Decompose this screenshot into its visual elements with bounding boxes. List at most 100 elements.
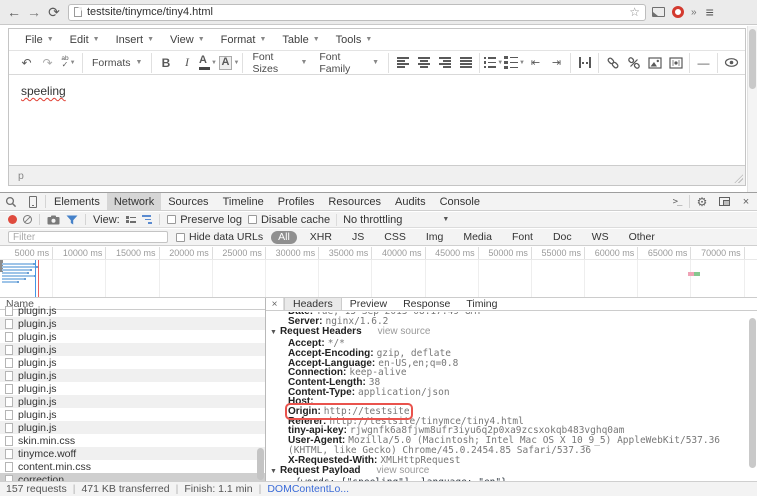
- hide-data-urls-checkbox[interactable]: Hide data URLs: [176, 231, 263, 243]
- view-source-link[interactable]: view source: [378, 327, 431, 337]
- screenshots-camera-icon[interactable]: [47, 215, 60, 225]
- requests-scrollbar-thumb[interactable]: [257, 448, 264, 480]
- redo-button[interactable]: ↷: [37, 53, 58, 73]
- request-payload-section[interactable]: ▼ Request Payload view source: [266, 466, 748, 477]
- editor-content-area[interactable]: speeling: [9, 75, 745, 165]
- insert-media-button[interactable]: [665, 53, 686, 73]
- request-row[interactable]: plugin.js: [0, 382, 265, 395]
- headers-pane[interactable]: DateTue, 15 Sep 2015 08:17:49 GMTServern…: [266, 312, 748, 481]
- record-button[interactable]: [8, 215, 17, 224]
- insert-link-button[interactable]: [602, 53, 623, 73]
- reload-icon[interactable]: ⟳: [44, 4, 64, 21]
- filter-input[interactable]: [8, 231, 168, 243]
- bookmark-star-icon[interactable]: ☆: [629, 5, 640, 19]
- request-row[interactable]: plugin.js: [0, 304, 265, 317]
- disclosure-triangle-icon[interactable]: ▼: [270, 467, 277, 477]
- close-devtools-icon[interactable]: ×: [735, 193, 757, 210]
- checkbox-icon[interactable]: [248, 215, 257, 224]
- resource-type-filter[interactable]: Other: [622, 231, 662, 244]
- details-scrollbar-thumb[interactable]: [749, 318, 756, 468]
- devtools-tab[interactable]: Network: [107, 193, 161, 210]
- align-left-button[interactable]: [392, 53, 413, 73]
- devtools-tab[interactable]: Profiles: [271, 193, 322, 210]
- italic-button[interactable]: I: [176, 53, 197, 73]
- cast-icon[interactable]: [652, 7, 665, 17]
- undo-button[interactable]: ↶: [16, 53, 37, 73]
- view-source-link[interactable]: view source: [377, 466, 430, 476]
- close-details-icon[interactable]: ×: [266, 298, 284, 310]
- request-row[interactable]: plugin.js: [0, 317, 265, 330]
- align-right-button[interactable]: [434, 53, 455, 73]
- bold-button[interactable]: B: [155, 53, 176, 73]
- gear-icon[interactable]: ⚙: [691, 193, 713, 210]
- editor-menu-item[interactable]: View▼: [162, 32, 213, 48]
- indent-button[interactable]: ⇥: [546, 53, 567, 73]
- request-row[interactable]: plugin.js: [0, 369, 265, 382]
- list-view-icon[interactable]: [126, 216, 137, 224]
- back-icon[interactable]: ←: [4, 4, 24, 20]
- waterfall-view-icon[interactable]: [142, 215, 152, 223]
- font-family-dropdown[interactable]: Font Family▼: [313, 53, 385, 73]
- misspelled-word[interactable]: speeling: [21, 84, 66, 98]
- scrollbar-thumb[interactable]: [749, 29, 756, 89]
- editor-menu-item[interactable]: Format▼: [213, 32, 275, 48]
- numbered-list-button[interactable]: ▼: [504, 53, 525, 73]
- editor-menu-item[interactable]: Edit▼: [62, 32, 108, 48]
- page-scrollbar[interactable]: [747, 26, 757, 192]
- resource-type-filter[interactable]: Font: [505, 231, 540, 244]
- resource-type-filter[interactable]: Media: [456, 231, 499, 244]
- background-color-button[interactable]: A ▼: [218, 53, 239, 73]
- resource-type-filter[interactable]: All: [271, 231, 297, 244]
- checkbox-icon[interactable]: [167, 215, 176, 224]
- extension-icon[interactable]: [672, 6, 684, 18]
- clear-icon[interactable]: [23, 215, 32, 224]
- request-row[interactable]: plugin.js: [0, 356, 265, 369]
- url-text[interactable]: testsite/tinymce/tiny4.html: [87, 6, 629, 18]
- resource-type-filter[interactable]: WS: [585, 231, 616, 244]
- throttling-select[interactable]: No throttling▼: [336, 214, 449, 226]
- formats-dropdown[interactable]: Formats▼: [86, 53, 148, 73]
- details-tab[interactable]: Preview: [342, 298, 395, 310]
- devtools-tab[interactable]: Console: [433, 193, 487, 210]
- devtools-tab[interactable]: Sources: [161, 193, 215, 210]
- inspect-element-button[interactable]: [0, 193, 22, 210]
- request-row[interactable]: plugin.js: [0, 408, 265, 421]
- devtools-tab[interactable]: Elements: [47, 193, 107, 210]
- filter-funnel-icon[interactable]: [66, 215, 78, 225]
- menu-icon[interactable]: ≡: [706, 4, 714, 20]
- element-path[interactable]: p: [18, 170, 24, 182]
- request-row[interactable]: plugin.js: [0, 395, 265, 408]
- request-row[interactable]: tinymce.woff: [0, 447, 265, 460]
- disable-cache-checkbox[interactable]: Disable cache: [248, 214, 330, 226]
- resource-type-filter[interactable]: XHR: [303, 231, 339, 244]
- pagebreak-button[interactable]: [574, 53, 595, 73]
- preview-button[interactable]: [721, 53, 742, 73]
- checkbox-icon[interactable]: [176, 233, 185, 242]
- details-tab[interactable]: Response: [395, 298, 458, 310]
- resource-type-filter[interactable]: CSS: [377, 231, 413, 244]
- horizontal-rule-button[interactable]: —: [693, 53, 714, 73]
- spellcheck-button[interactable]: ab✓ ▼: [58, 53, 79, 73]
- network-overview[interactable]: 5000 ms10000 ms15000 ms20000 ms25000 ms3…: [0, 247, 757, 298]
- request-row[interactable]: plugin.js: [0, 343, 265, 356]
- request-row[interactable]: skin.min.css: [0, 434, 265, 447]
- insert-image-button[interactable]: [644, 53, 665, 73]
- request-row[interactable]: plugin.js: [0, 330, 265, 343]
- disclosure-triangle-icon[interactable]: ▼: [270, 328, 277, 338]
- resize-grip[interactable]: [734, 174, 743, 183]
- editor-menu-item[interactable]: Table▼: [274, 32, 327, 48]
- details-tab[interactable]: Timing: [458, 298, 505, 310]
- request-row[interactable]: content.min.css: [0, 460, 265, 473]
- devtools-tab[interactable]: Timeline: [216, 193, 271, 210]
- request-row[interactable]: plugin.js: [0, 421, 265, 434]
- device-toolbar-button[interactable]: [22, 193, 44, 210]
- editor-menu-item[interactable]: Insert▼: [108, 32, 162, 48]
- outdent-button[interactable]: ⇤: [525, 53, 546, 73]
- editor-menu-item[interactable]: Tools▼: [328, 32, 381, 48]
- devtools-tab[interactable]: Audits: [388, 193, 433, 210]
- dock-side-button[interactable]: [713, 193, 735, 210]
- resource-type-filter[interactable]: JS: [345, 231, 371, 244]
- url-bar[interactable]: testsite/tinymce/tiny4.html ☆: [68, 4, 646, 21]
- text-color-button[interactable]: A ▼: [197, 53, 218, 73]
- align-center-button[interactable]: [413, 53, 434, 73]
